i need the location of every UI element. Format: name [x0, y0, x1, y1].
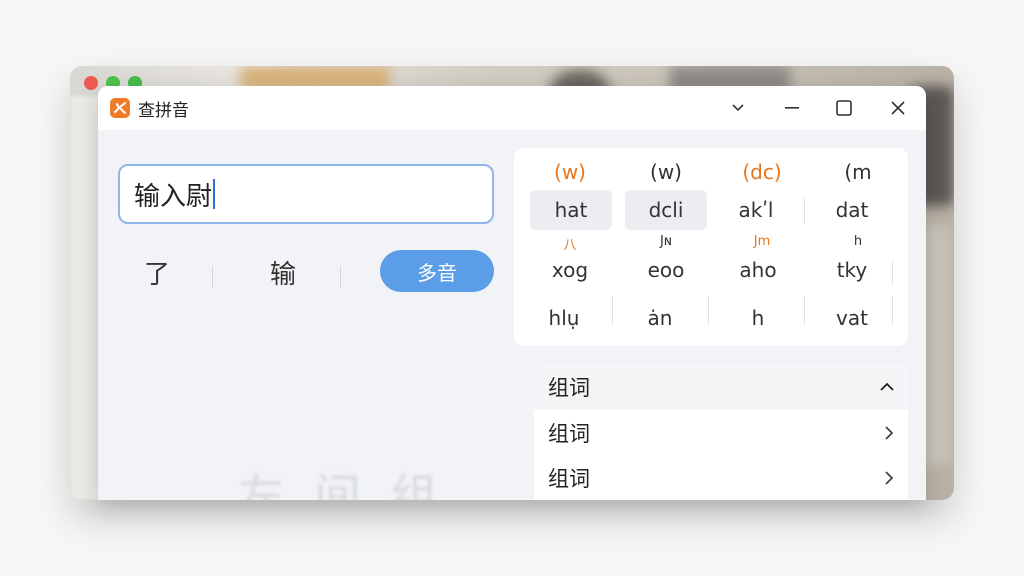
tone-label: (m [844, 160, 872, 184]
title-bar: 查拼音 [98, 86, 926, 130]
divider [340, 266, 341, 288]
word-item[interactable]: 组词 [534, 410, 908, 455]
window-title: 查拼音 [138, 100, 189, 121]
tone-hint: h [853, 234, 863, 249]
minimize-button[interactable] [766, 86, 818, 130]
chevron-right-icon [885, 470, 894, 485]
tone-label: (w) [650, 160, 682, 184]
close-dot-icon [84, 76, 98, 90]
collapse-button[interactable] [712, 86, 764, 130]
tone-hint: Jɴ [659, 234, 673, 249]
word-item[interactable]: 组词 [534, 455, 908, 500]
ghost-text: 左 间 组 [238, 469, 446, 500]
word-item-label: 组词 [548, 466, 590, 491]
pinyin-cell[interactable]: akʹl [708, 190, 804, 230]
divider [212, 266, 213, 288]
pinyin-cell[interactable]: aho [710, 250, 806, 290]
divider [892, 260, 893, 286]
divider [892, 296, 893, 326]
search-input-value: 输入尉 [134, 181, 213, 212]
close-icon [891, 101, 905, 115]
tone-label: (dc) [742, 160, 782, 184]
maximize-icon [836, 100, 852, 116]
pinyin-cell[interactable]: xog [522, 250, 618, 290]
input-panel: 输入尉 了 输 多音 左 间 组 [98, 130, 512, 500]
candidate-1[interactable]: 了 [144, 254, 170, 291]
candidate-2[interactable]: 输 [270, 254, 296, 291]
words-header[interactable]: 组词 [534, 364, 908, 410]
app-window: 查拼音 输入尉 了 输 多音 左 间 组 (w) (w) (dc) (m hat… [98, 86, 926, 500]
tone-hint: Jm [753, 234, 771, 249]
words-panel: 组词 组词 组词 [534, 364, 908, 500]
close-button[interactable] [872, 86, 924, 130]
pinyin-cell[interactable]: tky [804, 250, 900, 290]
pinyin-cell[interactable]: ȧn [612, 298, 708, 338]
chevron-up-icon [880, 382, 894, 391]
chevron-down-icon [732, 104, 744, 112]
pinyin-cell[interactable]: dcli [625, 190, 707, 230]
search-input[interactable]: 输入尉 [118, 164, 494, 224]
word-item-label: 组词 [548, 421, 590, 446]
pinyin-result-card: (w) (w) (dc) (m hat dcli akʹl dat 八 Jɴ J… [514, 148, 908, 346]
maximize-button[interactable] [818, 86, 870, 130]
polyphone-button[interactable]: 多音 [380, 250, 494, 292]
pinyin-cell[interactable]: h [710, 298, 806, 338]
tone-label: (w) [554, 160, 586, 184]
words-header-label: 组词 [548, 376, 590, 400]
pinyin-cell[interactable]: eoo [618, 250, 714, 290]
app-logo-icon [110, 98, 130, 118]
pinyin-cell[interactable]: hlụ [516, 298, 612, 338]
pinyin-cell[interactable]: hat [530, 190, 612, 230]
divider [708, 296, 709, 326]
pinyin-cell[interactable]: vat [804, 298, 900, 338]
pinyin-cell[interactable]: dat [804, 190, 900, 230]
chevron-right-icon [885, 425, 894, 440]
text-caret [213, 179, 216, 209]
minimize-icon [785, 107, 799, 109]
